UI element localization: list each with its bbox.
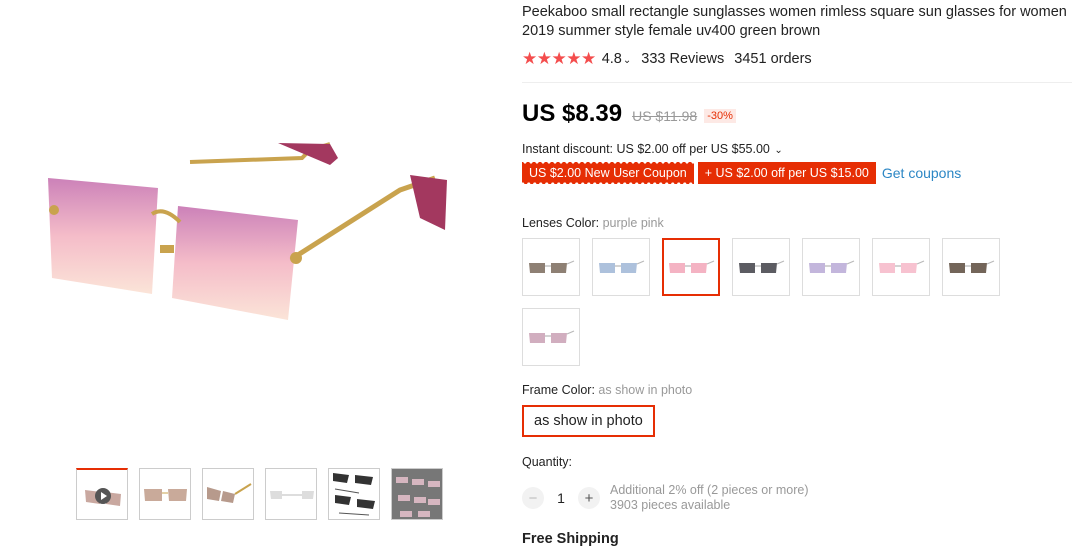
current-price: US $8.39 [522,100,623,127]
lens-swatch[interactable] [522,308,580,366]
bulk-offer-text: Additional 2% off (2 pieces or more) [610,483,809,497]
thumbnail-image[interactable] [265,468,317,520]
divider [522,82,1072,83]
thumbnail-image[interactable] [139,468,191,520]
sunglasses-icon [529,260,575,273]
discount-badge: -30% [704,109,736,123]
lens-swatch[interactable] [942,238,1000,296]
sunglasses-icon [599,260,645,273]
play-icon[interactable] [95,488,111,504]
rating-number: 4.8 [601,51,622,67]
chevron-down-icon: ⌄ [774,145,783,156]
sunglasses-icon [949,260,995,273]
shipping-label: Free Shipping [522,531,619,547]
thumbnail-video[interactable] [76,468,128,520]
instant-discount[interactable]: Instant discount: US $2.00 off per US $5… [522,142,783,156]
thumbnail-strip [76,468,443,520]
lenses-selected-value: purple pink [602,216,664,230]
lens-swatch-list [522,238,1022,366]
star-rating-icon: ★★★★★ [522,49,596,68]
reviews-link[interactable]: 333 Reviews [641,51,724,67]
quantity-label: Quantity: [522,455,573,469]
lenses-color-label: Lenses Color: purple pink [522,216,664,230]
lens-swatch[interactable] [592,238,650,296]
lens-swatch[interactable] [802,238,860,296]
sunglasses-icon [879,260,925,273]
sunglasses-icon [529,330,575,343]
new-user-coupon[interactable]: US $2.00 New User Coupon [522,162,694,184]
lenses-label-text: Lenses Color: [522,216,600,230]
product-main-image[interactable] [40,110,450,360]
coupon-row: US $2.00 New User Coupon + US $2.00 off … [522,162,961,184]
frame-selected-value: as show in photo [598,383,693,397]
frame-color-label: Frame Color: as show in photo [522,383,692,397]
rating-value[interactable]: 4.8⌄ [602,51,632,67]
store-coupon[interactable]: + US $2.00 off per US $15.00 [697,162,876,184]
frame-option-button[interactable]: as show in photo [522,405,655,437]
decrease-quantity-button[interactable]: − [522,487,544,509]
price-row: US $8.39 US $11.98 -30% [522,100,736,128]
lens-swatch[interactable] [872,238,930,296]
quantity-info: Additional 2% off (2 pieces or more) 390… [610,483,808,513]
orders-count: 3451 orders [734,51,812,67]
product-title: Peekaboo small rectangle sunglasses wome… [522,4,1067,39]
lens-swatch[interactable] [522,238,580,296]
original-price: US $11.98 [632,108,698,124]
stock-available-text: 3903 pieces available [610,498,731,512]
thumbnail-image[interactable] [202,468,254,520]
lens-swatch[interactable] [662,238,720,296]
chevron-down-icon: ⌄ [622,55,632,66]
quantity-input[interactable]: 1 [544,490,578,506]
instant-discount-text: Instant discount: US $2.00 off per US $5… [522,142,770,156]
rating-row: ★★★★★ 4.8⌄ 333 Reviews 3451 orders [522,49,812,69]
thumbnail-image[interactable] [391,468,443,520]
thumbnail-image[interactable] [328,468,380,520]
sunglasses-icon [739,260,785,273]
get-coupons-link[interactable]: Get coupons [882,165,961,181]
sunglasses-icon [669,260,715,273]
quantity-stepper: − 1 + Additional 2% off (2 pieces or mor… [522,483,808,513]
frame-label-text: Frame Color: [522,383,595,397]
sunglasses-icon [809,260,855,273]
increase-quantity-button[interactable]: + [578,487,600,509]
lens-swatch[interactable] [732,238,790,296]
